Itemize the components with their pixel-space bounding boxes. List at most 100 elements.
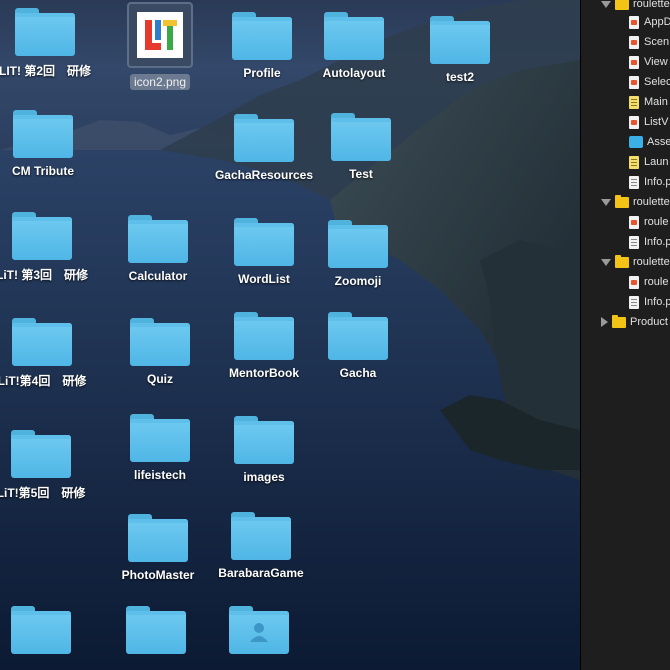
navigator-group-row[interactable]: roulette <box>581 192 670 212</box>
desktop-item-label: Gacha <box>339 366 377 380</box>
group-folder-icon <box>615 254 629 268</box>
desktop-item-label: GachaResources <box>214 168 314 182</box>
disclosure-collapsed-icon[interactable] <box>601 317 608 327</box>
folder-icon <box>11 430 71 478</box>
folder-icon <box>128 514 188 562</box>
navigator-file-row[interactable]: Asse <box>581 132 670 152</box>
navigator-item-label: Laun <box>644 156 669 168</box>
desktop-item-label: Quiz <box>147 372 173 386</box>
navigator-item-label: Info.p <box>644 236 670 248</box>
swift-file-icon <box>629 115 639 129</box>
group-folder-icon <box>615 0 629 10</box>
desktop-folder[interactable] <box>101 606 211 654</box>
desktop-item-label: PhotoMaster <box>121 568 195 582</box>
desktop-item-label: Profile <box>243 66 281 80</box>
folder-icon <box>130 318 190 366</box>
desktop-folder[interactable] <box>0 606 96 654</box>
desktop-item-label: lifeistech <box>133 468 187 482</box>
navigator-group-row[interactable]: roulette <box>581 252 670 272</box>
plist-file-icon <box>629 235 639 249</box>
desktop-folder[interactable]: images <box>209 416 319 484</box>
group-folder-icon <box>612 314 626 328</box>
disclosure-expanded-icon[interactable] <box>601 0 611 8</box>
navigator-group-row[interactable]: Product <box>581 312 670 332</box>
plist-file-icon <box>629 295 639 309</box>
desktop-folder[interactable]: CM Tribute <box>0 110 98 178</box>
folder-icon <box>328 220 388 268</box>
navigator-item-label: Info.p <box>644 296 670 308</box>
desktop-item-label: Calculator <box>128 269 188 283</box>
desktop-folder[interactable]: Zoomoji <box>303 220 413 288</box>
folder-icon <box>331 113 391 161</box>
navigator-file-row[interactable]: Info.p <box>581 232 670 252</box>
disclosure-expanded-icon[interactable] <box>601 258 611 266</box>
navigator-file-row[interactable]: ListV <box>581 112 670 132</box>
desktop-folder[interactable]: LIT! 第2回 研修 <box>0 8 100 79</box>
lit-logo-icon <box>137 12 183 58</box>
desktop-folder[interactable]: LiT!第4回 研修 <box>0 318 97 389</box>
navigator-file-row[interactable]: AppD <box>581 12 670 32</box>
desktop-folder[interactable]: GachaResources <box>209 114 319 182</box>
navigator-file-row[interactable]: View <box>581 52 670 72</box>
navigator-file-row[interactable]: Info.p <box>581 172 670 192</box>
desktop-item-label: MentorBook <box>229 366 299 380</box>
desktop-folder[interactable]: Test <box>306 113 416 181</box>
desktop-folder[interactable]: Gacha <box>303 312 413 380</box>
navigator-item-label: roule <box>644 216 669 228</box>
navigator-item-label: Main <box>644 96 668 108</box>
swift-file-icon <box>629 35 639 49</box>
desktop-folder[interactable]: BarabaraGame <box>206 512 316 580</box>
swift-file-icon <box>629 215 639 229</box>
navigator-item-label: Selec <box>644 76 670 88</box>
disclosure-expanded-icon[interactable] <box>601 198 611 206</box>
group-folder-icon <box>615 194 629 208</box>
navigator-file-row[interactable]: Main <box>581 92 670 112</box>
folder-icon <box>328 312 388 360</box>
folder-icon <box>11 606 71 654</box>
desktop-folder[interactable]: LiT! 第3回 研修 <box>0 212 97 283</box>
navigator-item-label: View <box>644 56 668 68</box>
desktop-folder[interactable]: PhotoMaster <box>103 514 213 582</box>
folder-icon <box>12 212 72 260</box>
folder-icon <box>13 110 73 158</box>
swift-file-icon <box>629 75 639 89</box>
desktop-file-icon2[interactable]: icon2.png <box>105 2 215 90</box>
folder-icon <box>234 218 294 266</box>
desktop-item-label: LiT!第4回 研修 <box>0 374 87 388</box>
folder-icon <box>234 114 294 162</box>
lit-logo-graphic <box>142 17 178 53</box>
asset-catalog-icon <box>629 136 643 148</box>
desktop-folder[interactable]: Autolayout <box>299 12 409 80</box>
folder-icon <box>232 12 292 60</box>
swift-file-icon <box>629 15 639 29</box>
desktop-item-label: CM Tribute <box>12 164 74 178</box>
folder-icon <box>324 12 384 60</box>
folder-icon <box>126 606 186 654</box>
navigator-item-label: Product <box>630 316 668 328</box>
navigator-item-label: ListV <box>644 116 669 128</box>
navigator-file-row[interactable]: roule <box>581 212 670 232</box>
desktop-folder[interactable]: lifeistech <box>105 414 215 482</box>
folder-icon <box>231 512 291 560</box>
navigator-item-label: Scen <box>644 36 670 48</box>
folder-icon <box>12 318 72 366</box>
navigator-file-row[interactable]: Scen <box>581 32 670 52</box>
desktop-folder[interactable] <box>204 606 314 654</box>
folder-icon <box>234 312 294 360</box>
navigator-file-row[interactable]: roule <box>581 272 670 292</box>
navigator-item-label: roule <box>644 276 669 288</box>
navigator-item-label: roulette <box>633 0 670 10</box>
navigator-file-row[interactable]: Laun <box>581 152 670 172</box>
desktop-folder[interactable]: Calculator <box>103 215 213 283</box>
storyboard-file-icon <box>629 155 639 169</box>
navigator-file-row[interactable]: Info.p <box>581 292 670 312</box>
user-folder-icon <box>229 606 289 654</box>
navigator-item-label: roulette <box>633 196 670 208</box>
desktop-folder[interactable]: LiT!第5回 研修 <box>0 430 96 501</box>
folder-icon <box>130 414 190 462</box>
desktop-item-label: LiT! 第3回 研修 <box>0 268 88 282</box>
folder-icon <box>15 8 75 56</box>
desktop-folder[interactable]: test2 <box>405 16 515 84</box>
navigator-file-row[interactable]: Selec <box>581 72 670 92</box>
desktop-folder[interactable]: Quiz <box>105 318 215 386</box>
